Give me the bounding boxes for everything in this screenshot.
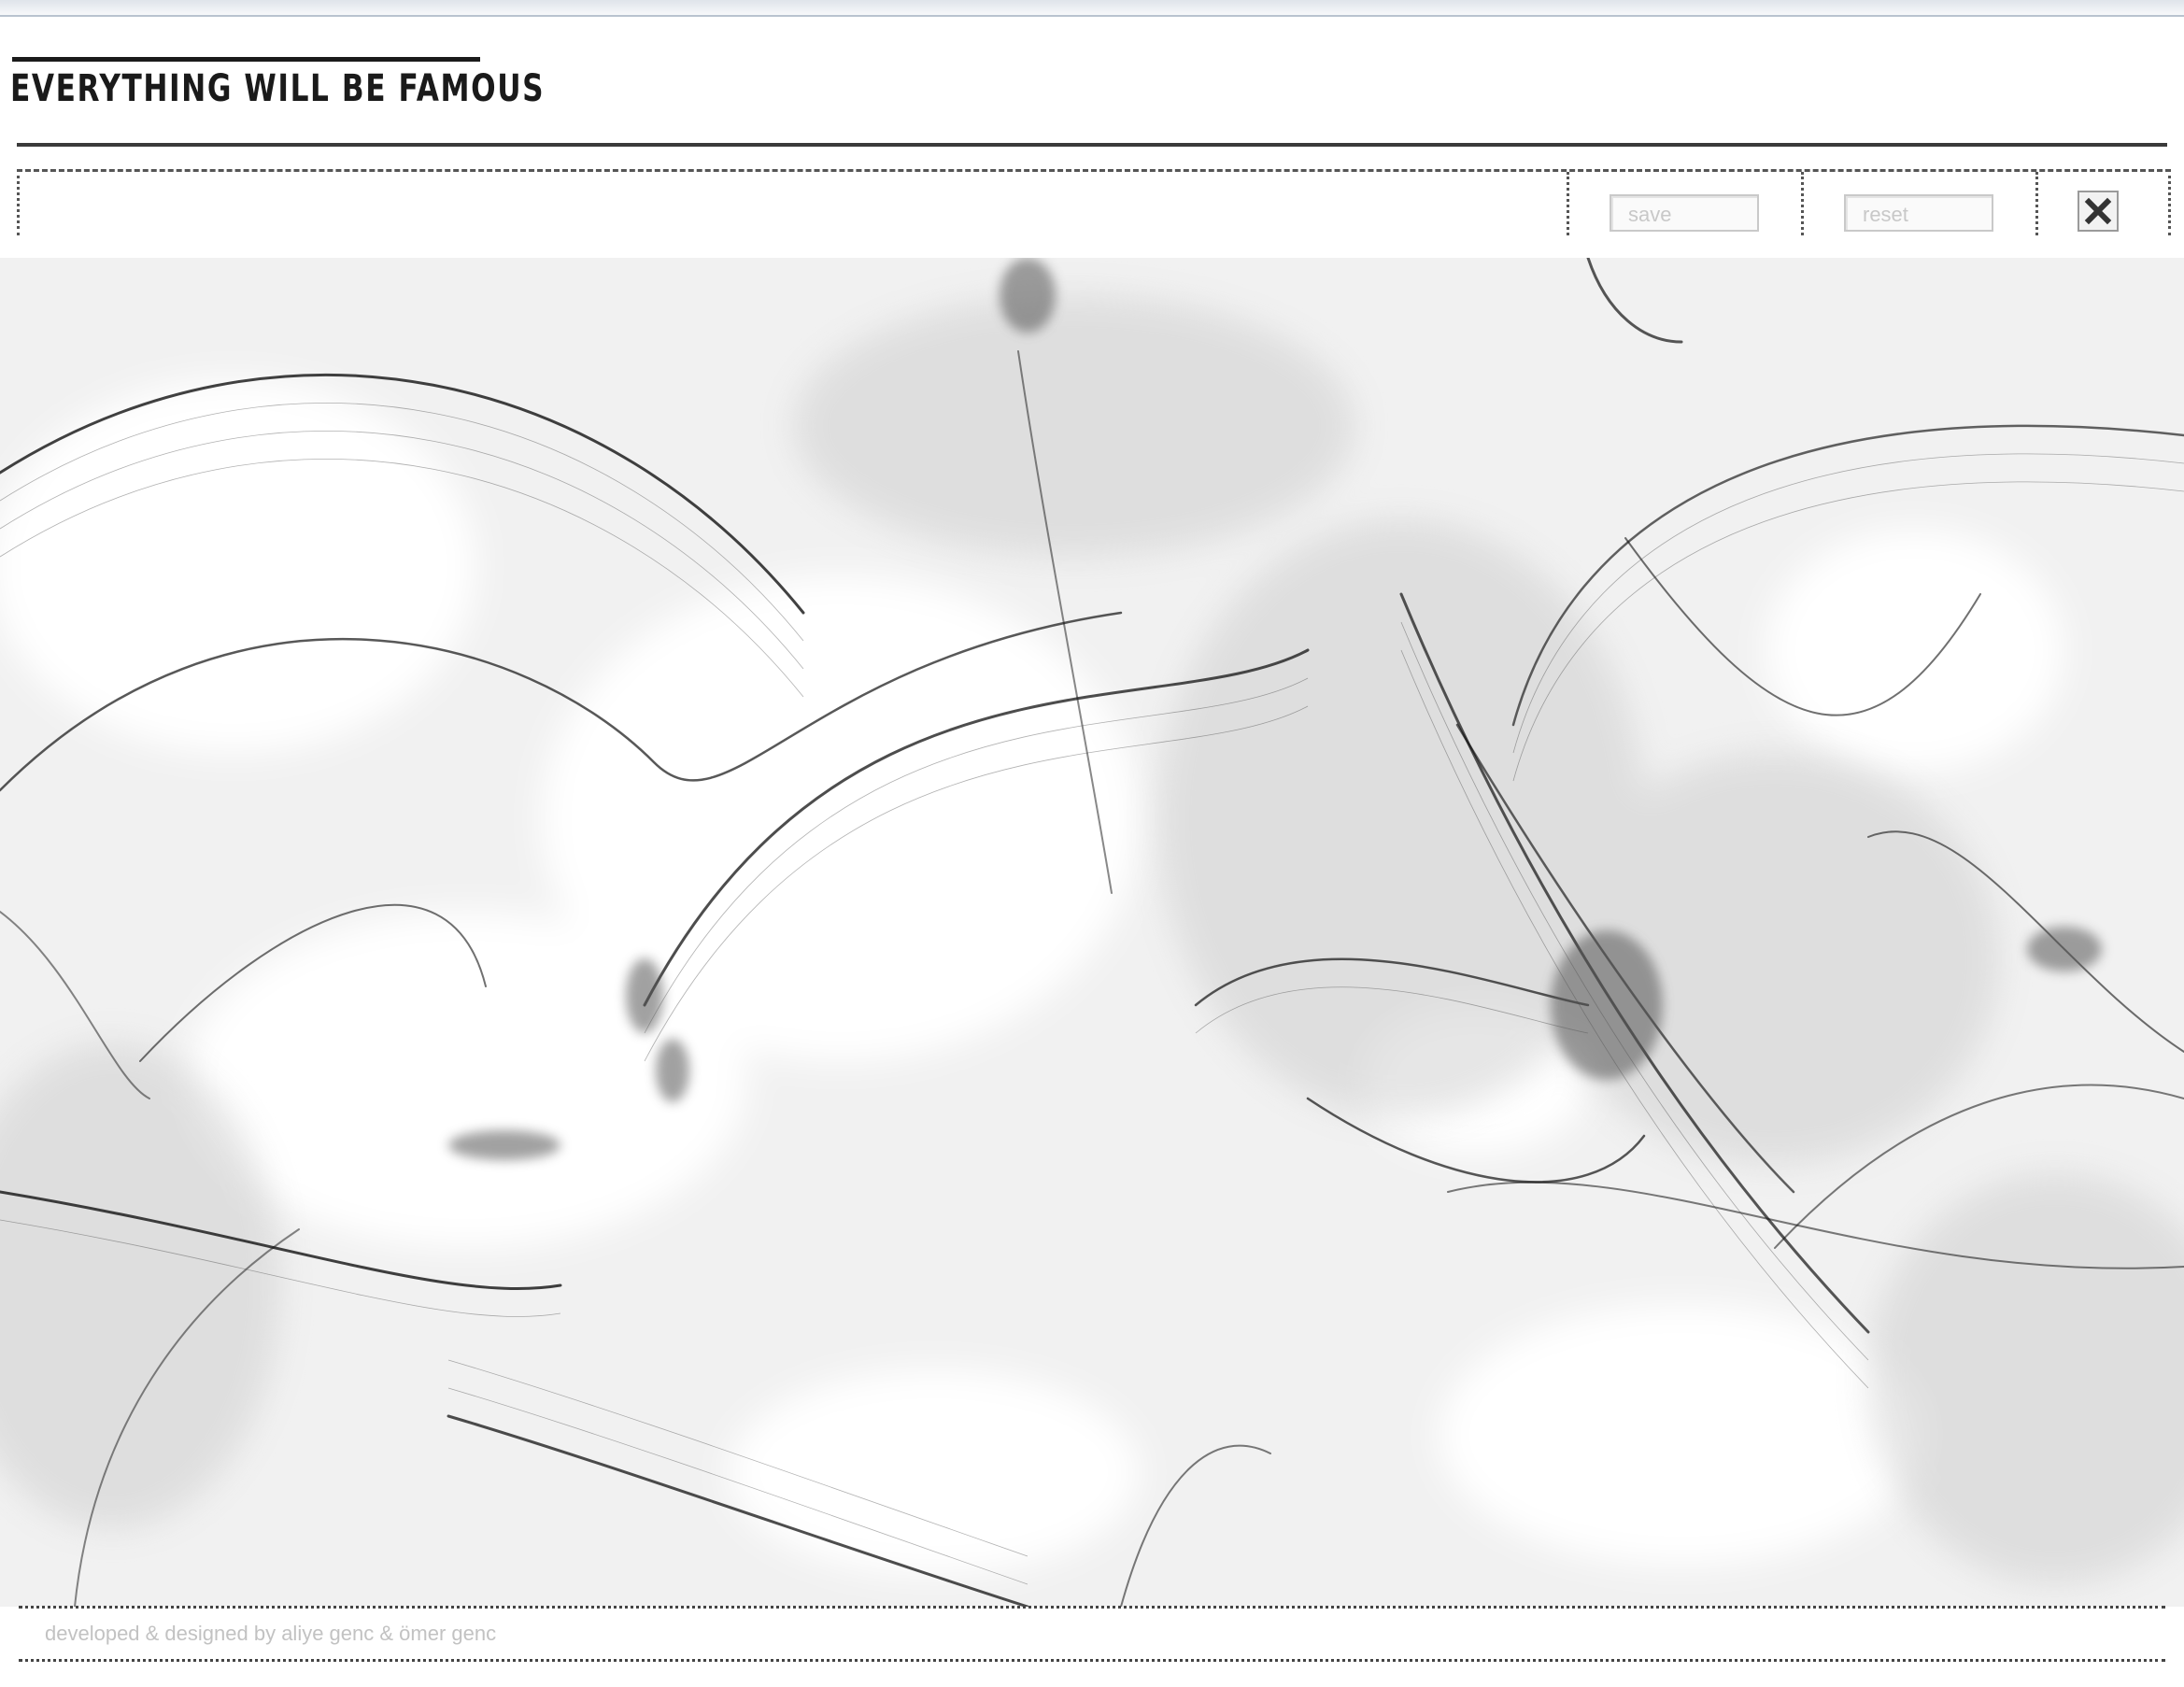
toolbar-separator [1801, 172, 1804, 235]
toolbar-separator [1567, 172, 1569, 235]
header-divider [17, 143, 2167, 147]
page-title: EVERYTHING WILL BE FAMOUS [10, 67, 546, 110]
footer-divider-bottom [19, 1659, 2165, 1662]
toolbar-separator [2035, 172, 2038, 235]
close-button[interactable] [2078, 191, 2119, 232]
footer-divider-top [19, 1606, 2165, 1609]
generative-artwork [0, 258, 2184, 1607]
browser-chrome-edge [0, 0, 2184, 17]
close-x-icon [2084, 197, 2112, 225]
drawing-canvas[interactable] [0, 258, 2184, 1607]
toolbar: save reset [17, 169, 2171, 235]
footer-credit: developed & designed by aliye genc & öme… [45, 1622, 497, 1645]
reset-button[interactable]: reset [1844, 194, 1993, 232]
logo-overline [12, 57, 480, 62]
save-button[interactable]: save [1610, 194, 1759, 232]
